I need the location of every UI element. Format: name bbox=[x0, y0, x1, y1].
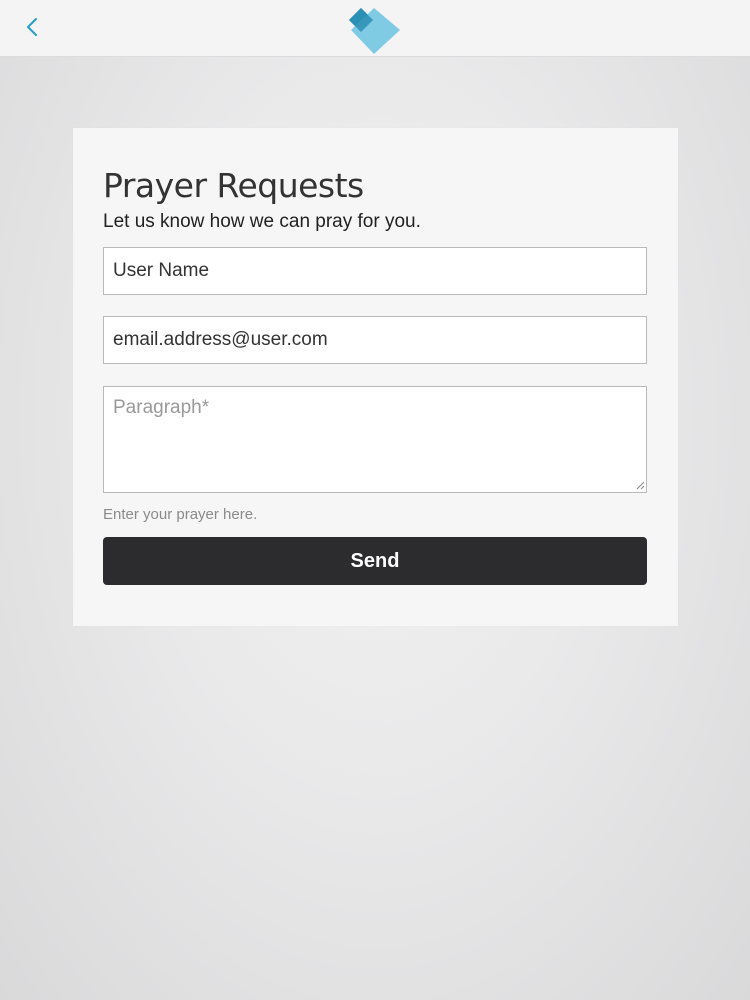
prayer-request-card: Prayer Requests Let us know how we can p… bbox=[73, 128, 678, 626]
resize-grip-icon[interactable] bbox=[636, 481, 645, 490]
top-navigation-bar bbox=[0, 0, 750, 57]
send-button[interactable]: Send bbox=[103, 537, 647, 585]
back-button[interactable] bbox=[14, 8, 50, 46]
prayer-helper-text: Enter your prayer here. bbox=[103, 506, 258, 523]
chevron-left-icon bbox=[27, 18, 37, 36]
email-input[interactable] bbox=[103, 316, 647, 364]
page-subtitle: Let us know how we can pray for you. bbox=[103, 211, 421, 232]
prayer-paragraph-textarea[interactable] bbox=[103, 386, 647, 493]
heart-diamond-logo-icon bbox=[349, 8, 400, 54]
user-name-input[interactable] bbox=[103, 247, 647, 295]
page-title: Prayer Requests bbox=[103, 166, 364, 205]
